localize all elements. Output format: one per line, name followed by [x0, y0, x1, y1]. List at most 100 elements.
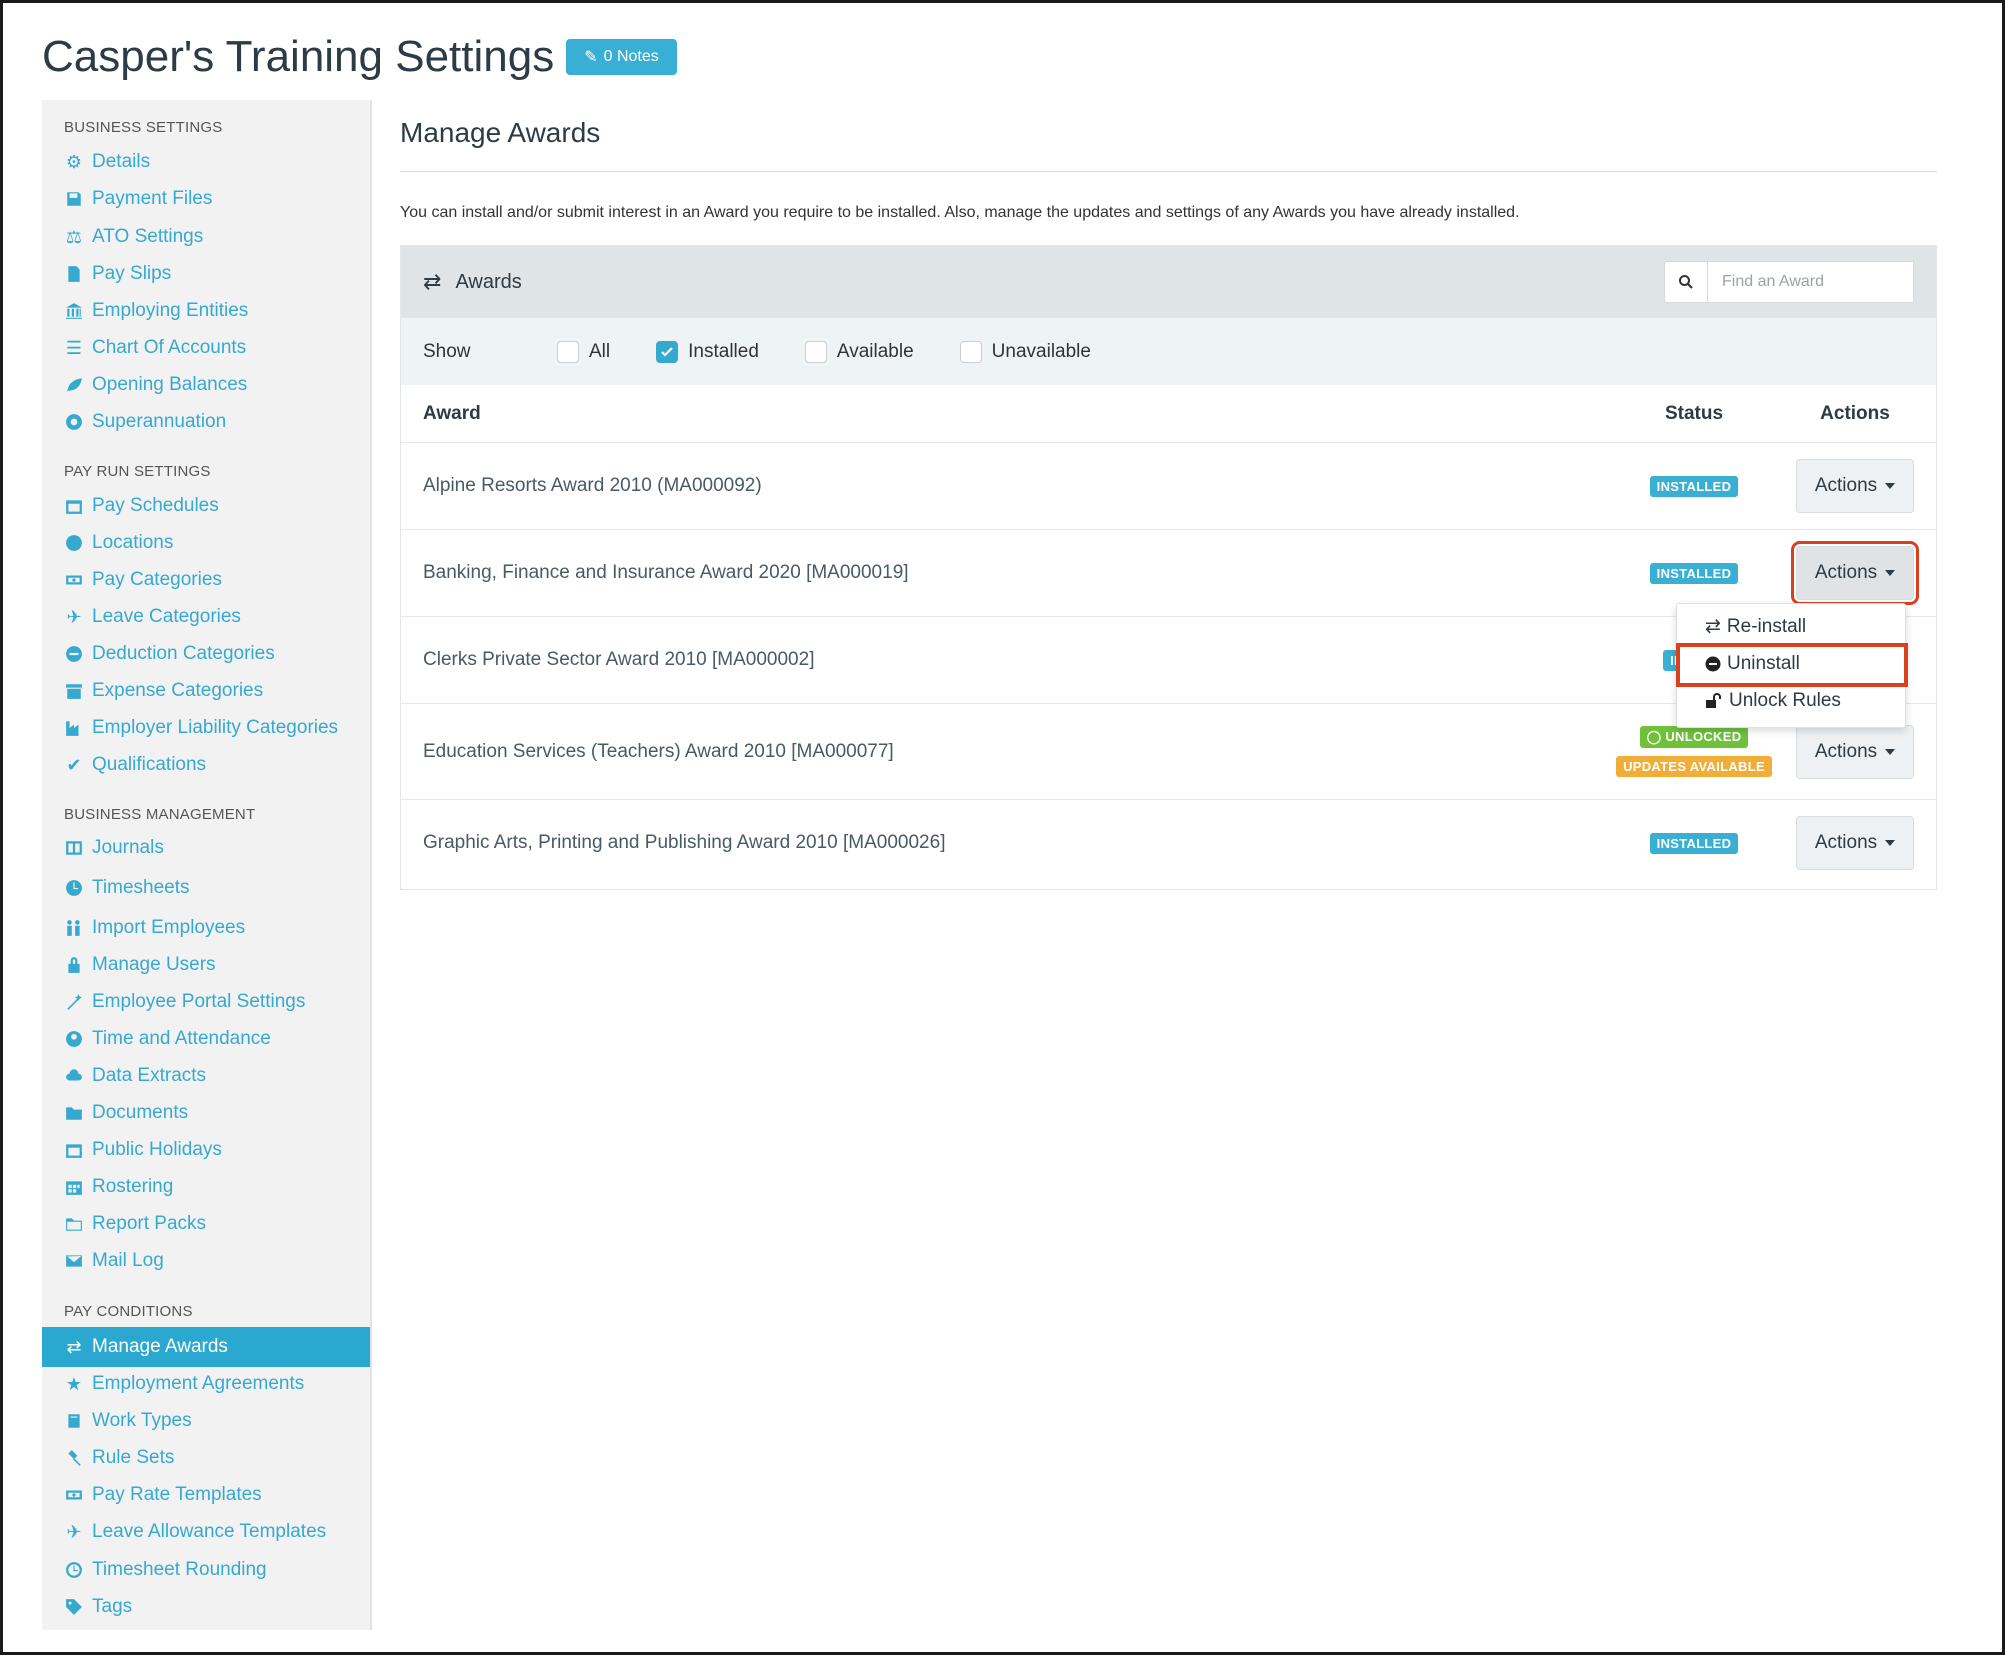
exchange-icon: ⇄: [1705, 616, 1721, 637]
check-icon: [661, 346, 673, 357]
filter-all[interactable]: All: [557, 340, 610, 363]
sidebar-item-journals[interactable]: Journals: [64, 833, 164, 863]
sidebar-item-superannuation[interactable]: Superannuation: [64, 407, 226, 437]
checkbox-available[interactable]: [804, 340, 827, 363]
sidebar-item-manage-users[interactable]: Manage Users: [64, 950, 216, 980]
sidebar-item-documents[interactable]: Documents: [64, 1098, 188, 1128]
sidebar-item-leave-categories[interactable]: ✈ Leave Categories: [64, 602, 240, 632]
sidebar-item-employment-agreements[interactable]: ★ Employment Agreements: [64, 1369, 304, 1399]
column-status: Status: [1664, 402, 1724, 424]
sidebar-item-rostering[interactable]: Rostering: [64, 1172, 173, 1202]
sidebar-item-opening-balances[interactable]: Opening Balances: [64, 370, 247, 400]
filter-available-label: Available: [836, 340, 914, 362]
sidebar-item-pay-slips[interactable]: Pay Slips: [64, 259, 171, 289]
sidebar-item-leave-allowance-templates[interactable]: ✈ Leave Allowance Templates: [64, 1517, 326, 1547]
sidebar-item-public-holidays[interactable]: Public Holidays: [64, 1135, 222, 1165]
industry-icon: [64, 718, 84, 738]
clock-icon: [64, 878, 84, 898]
uninstall-highlight: [1676, 643, 1908, 687]
filter-available[interactable]: Available: [804, 340, 914, 363]
sidebar-item-employee-portal-settings[interactable]: Employee Portal Settings: [64, 987, 305, 1017]
sidebar-item-pay-schedules[interactable]: Pay Schedules: [64, 491, 219, 521]
unlock-icon: [1706, 693, 1721, 708]
sidebar-section-business-settings: BUSINESS SETTINGS: [64, 119, 223, 136]
sidebar-item-employing-entities[interactable]: Employing Entities: [64, 296, 248, 326]
sidebar-item-mail-log[interactable]: Mail Log: [64, 1246, 164, 1276]
sidebar-item-data-extracts[interactable]: Data Extracts: [64, 1061, 206, 1091]
envelope-icon: [64, 1251, 84, 1271]
sidebar-item-deduction-categories[interactable]: Deduction Categories: [64, 639, 275, 669]
folder-icon: [64, 1103, 84, 1123]
filter-unavailable[interactable]: Unavailable: [959, 340, 1091, 363]
award-name: Education Services (Teachers) Award 2010…: [423, 740, 894, 762]
menu-item-reinstall[interactable]: ⇄ Re-install: [1705, 615, 1806, 638]
sidebar-item-tags[interactable]: Tags: [64, 1592, 132, 1622]
sidebar-item-qualifications[interactable]: ✔ Qualifications: [64, 750, 206, 780]
minus-circle-icon: [64, 644, 84, 664]
checkbox-installed[interactable]: [656, 340, 679, 363]
users-icon: [64, 918, 84, 938]
calendar-icon: [64, 496, 84, 516]
menu-item-unlock-rules[interactable]: Unlock Rules: [1705, 690, 1841, 712]
actions-button[interactable]: Actions: [1796, 724, 1914, 779]
notes-label: 0 Notes: [603, 48, 659, 65]
gear-icon: ⚙: [65, 151, 83, 172]
sidebar-item-employer-liability-categories[interactable]: Employer Liability Categories: [64, 713, 338, 743]
actions-button[interactable]: Actions: [1796, 459, 1914, 513]
checkbox-all[interactable]: [557, 340, 579, 363]
star-icon: ★: [65, 1373, 83, 1394]
sidebar-item-report-packs[interactable]: Report Packs: [64, 1209, 206, 1239]
sidebar-item-pay-rate-templates[interactable]: Pay Rate Templates: [64, 1480, 262, 1510]
sidebar-item-manage-awards[interactable]: ⇄ Manage Awards: [64, 1332, 227, 1362]
sidebar-item-locations[interactable]: Locations: [64, 528, 173, 558]
sidebar-item-time-and-attendance[interactable]: Time and Attendance: [64, 1024, 271, 1054]
actions-label: Actions: [1814, 562, 1878, 583]
tag-icon: [64, 1597, 84, 1617]
actions-button[interactable]: Actions: [1796, 816, 1914, 870]
list-icon: ☰: [65, 337, 83, 358]
exchange-icon: ⇄: [423, 269, 442, 294]
sidebar-item-payment-files[interactable]: Payment Files: [64, 184, 212, 214]
menu-item-label: Unlock Rules: [1729, 690, 1841, 711]
sidebar-section-pay-run-settings: PAY RUN SETTINGS: [64, 463, 211, 480]
archive-icon: [64, 681, 84, 701]
search-icon: [1679, 275, 1693, 289]
sidebar-item-details[interactable]: ⚙ Details: [64, 147, 150, 177]
status-cell: INSTALLED: [1604, 562, 1784, 584]
filter-installed[interactable]: Installed: [656, 340, 759, 363]
sidebar-item-timesheet-rounding[interactable]: Timesheet Rounding: [64, 1555, 267, 1585]
awards-panel: ⇄ Awards Show All Installed Available Un…: [400, 245, 1937, 890]
panel-title: Awards: [455, 270, 522, 293]
plane-icon: ✈: [66, 606, 82, 627]
file-icon: [64, 264, 84, 284]
magic-wand-icon: [64, 992, 84, 1012]
sidebar-item-work-types[interactable]: Work Types: [64, 1406, 192, 1436]
sidebar-item-ato-settings[interactable]: ⚖ ATO Settings: [64, 222, 203, 252]
exchange-icon: ⇄: [66, 1336, 82, 1357]
notes-button[interactable]: ✎ 0 Notes: [566, 39, 677, 75]
status-badge: INSTALLED: [1649, 475, 1739, 497]
search-input[interactable]: [1708, 261, 1914, 303]
column-actions: Actions: [1820, 402, 1890, 424]
actions-label: Actions: [1814, 475, 1878, 496]
status-cell: INSTALLED: [1604, 475, 1784, 497]
sidebar-item-timesheets[interactable]: Timesheets: [64, 873, 190, 903]
sidebar-item-chart-of-accounts[interactable]: ☰ Chart Of Accounts: [64, 333, 246, 363]
column-award: Award: [423, 402, 481, 424]
search-button[interactable]: [1664, 261, 1708, 303]
status-cell: ◯ UNLOCKED UPDATES AVAILABLE: [1604, 726, 1784, 777]
show-label: Show: [423, 340, 471, 362]
book-icon: [64, 1411, 84, 1431]
menu-item-label: Re-install: [1726, 615, 1807, 637]
award-name: Alpine Resorts Award 2010 (MA000092): [423, 475, 762, 496]
status-cell: INSTALLED: [1604, 832, 1784, 854]
sidebar-item-rule-sets[interactable]: Rule Sets: [64, 1443, 174, 1473]
caret-down-icon: [1885, 570, 1896, 576]
actions-button-open[interactable]: Actions: [1791, 541, 1919, 605]
sidebar-item-pay-categories[interactable]: Pay Categories: [64, 565, 222, 595]
sidebar-item-expense-categories[interactable]: Expense Categories: [64, 676, 263, 706]
edit-icon: ✎: [584, 49, 598, 66]
sidebar-item-import-employees[interactable]: Import Employees: [64, 913, 245, 943]
checkbox-unavailable[interactable]: [959, 340, 982, 363]
award-name: Banking, Finance and Insurance Award 202…: [423, 562, 909, 583]
